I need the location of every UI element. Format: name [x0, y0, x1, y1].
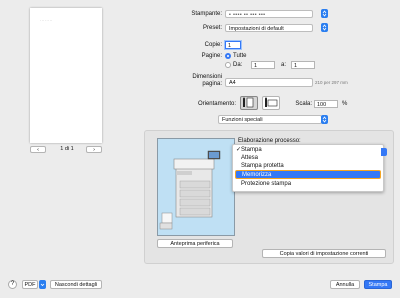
scale-unit: % — [342, 101, 348, 107]
pages-all-label: Tutte — [233, 53, 247, 59]
paper-size-label-line1: Dimensioni — [192, 74, 222, 80]
portrait-orientation-icon — [243, 97, 254, 108]
paper-size-label-line2: pagina: — [202, 81, 222, 87]
printer-machine-icon — [159, 150, 221, 230]
scale-input[interactable]: 100 — [314, 100, 338, 108]
preset-label: Preset: — [202, 25, 222, 31]
chevron-left-icon: ‹ — [37, 147, 39, 153]
printer-value: ▪ ▪▪▪▪ ▪▪ ▪▪▪ ▪▪▪ — [229, 12, 266, 18]
next-page-button[interactable]: › — [86, 146, 102, 153]
help-button[interactable]: ? — [8, 280, 17, 289]
print-button[interactable]: Stampa — [364, 280, 392, 289]
copies-label: Copie: — [204, 42, 222, 48]
pdf-label: PDF — [24, 282, 36, 288]
paper-size-label: Dimensioni pagina: — [140, 74, 222, 88]
updown-arrows-icon — [322, 10, 327, 17]
scale-label: Scala: — [295, 101, 312, 107]
chevron-down-icon — [40, 283, 45, 287]
preset-select[interactable]: Impostazioni di default — [225, 24, 313, 32]
paper-size-value: A4 — [229, 80, 236, 86]
device-image — [157, 138, 235, 236]
updown-arrows-icon — [322, 24, 327, 31]
preview-page-text: ........ — [40, 17, 53, 22]
pages-all-radio[interactable] — [225, 53, 231, 59]
copies-input[interactable]: 1 — [225, 41, 241, 49]
page-preview: ........ — [30, 8, 102, 143]
pages-from-label: Da: — [233, 62, 243, 68]
printer-select-arrows[interactable] — [321, 9, 328, 18]
processing-option-label: Attesa — [241, 155, 259, 161]
processing-option-memorizza[interactable]: Memorizza — [235, 170, 381, 179]
landscape-orientation-icon — [265, 97, 278, 107]
hide-details-button[interactable]: Nascondi dettagli — [50, 280, 102, 289]
page-indicator: 1 di 1 — [60, 146, 74, 152]
processing-select-arrow[interactable] — [381, 148, 387, 156]
paper-size-select[interactable]: A4 — [225, 78, 313, 87]
updown-arrows-icon — [322, 116, 327, 123]
processing-option-stampa-protetta[interactable]: Stampa protetta — [233, 162, 383, 170]
processing-option-stampa[interactable]: ✓ Stampa — [233, 146, 383, 154]
page-navigation: ‹ 1 di 1 › — [30, 146, 102, 154]
checkmark-icon: ✓ — [236, 147, 242, 153]
pdf-menu-arrow[interactable] — [39, 280, 46, 289]
portrait-orientation-button[interactable] — [240, 96, 258, 110]
pages-from-input[interactable]: 1 — [251, 61, 275, 69]
device-preview-button[interactable]: Anteprima periferica — [157, 239, 233, 248]
preset-value: Impostazioni di default — [229, 26, 284, 32]
pages-label: Pagine: — [201, 53, 222, 59]
section-select-arrows[interactable] — [321, 115, 328, 124]
cancel-button[interactable]: Annulla — [330, 280, 360, 289]
pdf-menu-button[interactable]: PDF — [22, 280, 38, 289]
pages-to-label: a: — [281, 62, 287, 68]
processing-option-attesa[interactable]: Attesa — [233, 154, 383, 162]
landscape-orientation-button[interactable] — [262, 96, 280, 110]
section-select-value: Funzioni speciali — [222, 117, 263, 123]
pages-to-input[interactable]: 1 — [291, 61, 315, 69]
processing-dropdown-menu: ✓ Stampa Attesa Stampa protetta Memorizz… — [232, 144, 384, 192]
help-icon: ? — [10, 281, 15, 287]
chevron-right-icon: › — [93, 147, 95, 153]
previous-page-button[interactable]: ‹ — [30, 146, 46, 153]
orientation-label: Orientamento: — [197, 101, 236, 107]
processing-option-label: Memorizza — [242, 172, 272, 178]
printer-label: Stampante: — [191, 11, 222, 17]
preset-select-arrows[interactable] — [321, 23, 328, 32]
section-select[interactable]: Funzioni speciali — [218, 115, 322, 124]
processing-option-label: Stampa — [241, 147, 262, 153]
processing-option-label: Protezione stampa — [241, 181, 292, 187]
processing-option-label: Stampa protetta — [241, 163, 284, 169]
printer-select[interactable]: ▪ ▪▪▪▪ ▪▪ ▪▪▪ ▪▪▪ — [225, 10, 313, 18]
paper-size-dimensions: 210 per 297 mm — [315, 80, 348, 85]
processing-option-protezione-stampa[interactable]: Protezione stampa — [233, 180, 383, 188]
pages-range-radio[interactable] — [225, 62, 231, 68]
copy-current-settings-button[interactable]: Copia valori di impostazione correnti — [262, 249, 386, 258]
